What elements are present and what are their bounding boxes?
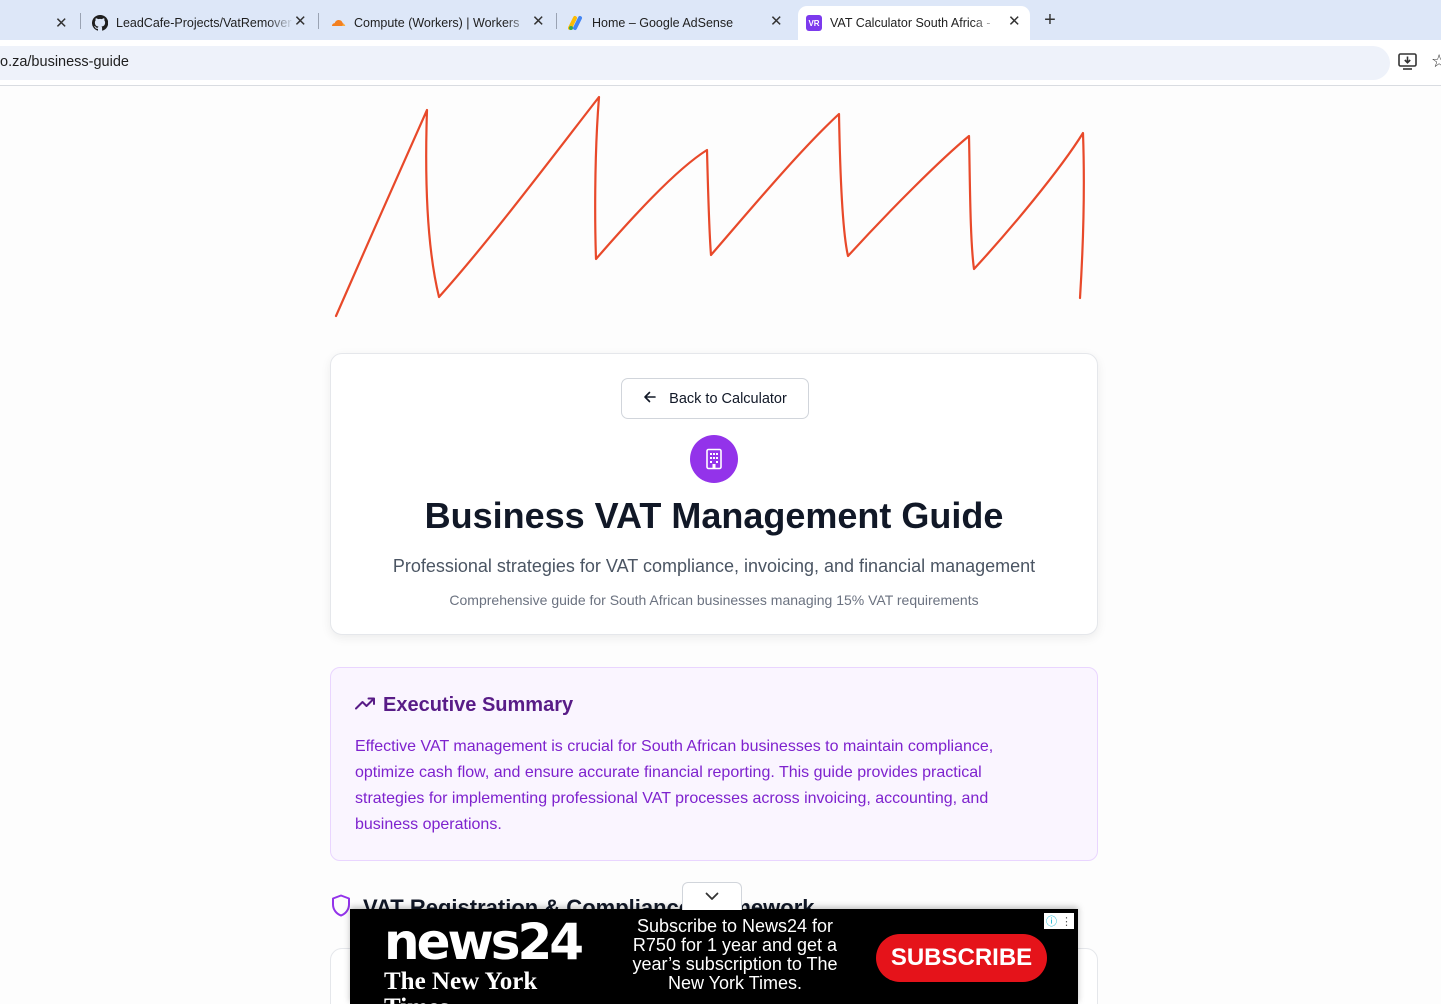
summary-body: Effective VAT management is crucial for … <box>355 738 994 833</box>
tab-close-icon[interactable]: ✕ <box>1008 12 1021 30</box>
summary-title: Executive Summary <box>383 694 574 716</box>
building-icon <box>690 435 738 483</box>
tab-title: VAT Calculator South Africa - <box>830 16 991 30</box>
page-subtitle: Professional strategies for VAT complian… <box>392 556 1036 576</box>
ad-choices-icon[interactable]: ⓘ ⋮ <box>1044 913 1074 929</box>
trending-up-icon <box>355 696 375 715</box>
tab-separator <box>556 13 557 29</box>
info-icon[interactable]: ⓘ <box>1046 913 1057 929</box>
url-text[interactable]: o.za/business-guide <box>0 54 129 70</box>
github-icon <box>92 15 108 31</box>
omnibox[interactable]: o.za/business-guide <box>0 46 1390 80</box>
ad-partner-text: The New York Times <box>384 968 538 1004</box>
back-to-calculator-button[interactable]: Back to Calculator <box>621 378 809 419</box>
tab-vat-calculator[interactable]: VR VAT Calculator South Africa - ✕ <box>798 6 1030 40</box>
browser-tab-strip: ✕ LeadCafe-Projects/VatRemover ✕ Compute… <box>0 0 1441 40</box>
install-app-icon[interactable] <box>1398 53 1417 75</box>
tab-separator <box>318 13 319 29</box>
tab-cloudflare[interactable]: Compute (Workers) | Workers ✕ <box>330 6 552 40</box>
tab-close-icon[interactable]: ✕ <box>532 12 545 30</box>
vr-icon: VR <box>806 15 822 31</box>
ad-collapse-button[interactable] <box>682 882 742 910</box>
executive-summary-card: Executive Summary Effective VAT manageme… <box>330 667 1098 861</box>
summary-header: Executive Summary <box>355 694 573 717</box>
ad-subscribe-button[interactable]: SUBSCRIBE <box>876 934 1047 982</box>
tab-title: Home – Google AdSense <box>592 16 734 30</box>
tab-adsense[interactable]: Home – Google AdSense ✕ <box>568 6 790 40</box>
cloudflare-icon <box>330 15 346 31</box>
arrow-left-icon <box>643 390 657 408</box>
address-bar: o.za/business-guide ☆ <box>0 40 1441 86</box>
more-options-icon[interactable]: ⋮ <box>1061 915 1072 928</box>
ad-brand-text: news24 <box>384 913 584 971</box>
tab-close-icon[interactable]: ✕ <box>55 6 68 40</box>
tab-close-icon[interactable]: ✕ <box>294 12 307 30</box>
bookmark-star-icon[interactable]: ☆ <box>1431 51 1441 72</box>
back-button-label: Back to Calculator <box>669 390 787 407</box>
hero-card: Back to Calculator Business VAT Manageme… <box>330 353 1098 635</box>
page-note: Comprehensive guide for South African bu… <box>449 592 979 608</box>
news24-ad-banner[interactable]: news24 The New York Times Subscribe to N… <box>350 909 1078 1004</box>
tab-title: LeadCafe-Projects/VatRemover <box>116 16 292 30</box>
annotation-scribble <box>334 95 1085 318</box>
adsense-icon <box>568 15 584 31</box>
shield-icon <box>331 894 351 922</box>
page-title: Business VAT Management Guide <box>424 495 1004 536</box>
tab-title: Compute (Workers) | Workers <box>354 16 520 30</box>
news24-logo: news24 The New York Times <box>384 913 584 1004</box>
ad-copy: Subscribe to News24 for R750 for 1 year … <box>632 916 838 993</box>
tab-separator <box>80 13 81 29</box>
tab-github[interactable]: LeadCafe-Projects/VatRemover ✕ <box>92 6 314 40</box>
tab-close-icon[interactable]: ✕ <box>770 12 783 30</box>
chevron-down-icon <box>705 888 719 906</box>
new-tab-icon[interactable]: + <box>1041 9 1059 32</box>
